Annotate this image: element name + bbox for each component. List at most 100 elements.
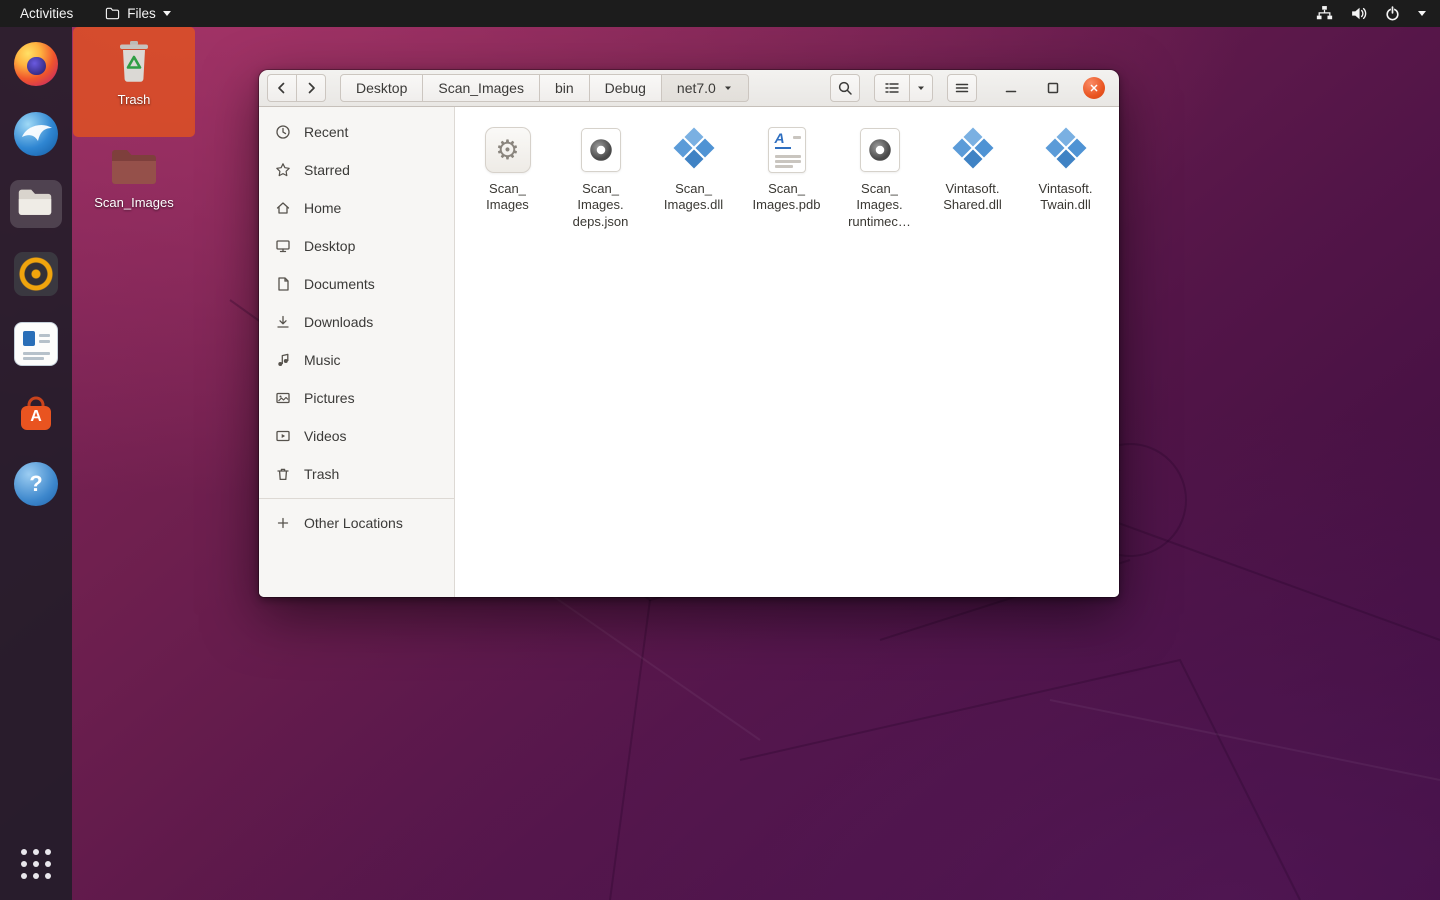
dock-item-firefox[interactable] bbox=[8, 40, 64, 88]
sidebar-item-label: Documents bbox=[304, 276, 375, 292]
app-menu-button[interactable]: Files bbox=[105, 6, 171, 21]
file-item-scan-images-runtimeconfig-json[interactable]: Scan_ Images. runtimec… bbox=[833, 117, 926, 239]
home-icon bbox=[274, 200, 291, 217]
sidebar-item-trash[interactable]: Trash bbox=[259, 455, 454, 493]
sidebar-item-pictures[interactable]: Pictures bbox=[259, 379, 454, 417]
sidebar-item-label: Desktop bbox=[304, 238, 355, 254]
search-icon bbox=[837, 80, 853, 96]
breadcrumb-label: net7.0 bbox=[677, 80, 716, 96]
file-label: Scan_ Images.pdb bbox=[753, 181, 821, 214]
chevron-right-icon bbox=[303, 80, 319, 96]
sidebar-item-documents[interactable]: Documents bbox=[259, 265, 454, 303]
plus-icon bbox=[274, 515, 291, 532]
file-item-scan-images-deps-json[interactable]: Scan_ Images. deps.json bbox=[554, 117, 647, 239]
show-applications-button[interactable] bbox=[8, 840, 64, 888]
file-item-vintasoft-shared-dll[interactable]: Vintasoft. Shared.dll bbox=[926, 117, 1019, 239]
gear-executable-icon bbox=[485, 127, 531, 173]
breadcrumb-net7-0[interactable]: net7.0 bbox=[661, 74, 749, 102]
desktop-icon-trash[interactable]: Trash bbox=[73, 27, 195, 137]
back-button[interactable] bbox=[267, 74, 297, 102]
list-view-icon bbox=[884, 80, 900, 96]
sidebar-item-label: Starred bbox=[304, 162, 350, 178]
power-icon bbox=[1384, 5, 1401, 22]
file-item-scan-images-pdb[interactable]: Scan_ Images.pdb bbox=[740, 117, 833, 239]
minimize-button[interactable] bbox=[999, 76, 1023, 100]
folder-icon bbox=[110, 146, 158, 188]
file-label: Scan_ Images bbox=[486, 181, 529, 214]
breadcrumb: Desktop Scan_Images bin Debug net7.0 bbox=[340, 74, 749, 102]
sidebar-item-music[interactable]: Music bbox=[259, 341, 454, 379]
dock-item-help[interactable] bbox=[8, 460, 64, 508]
close-button[interactable] bbox=[1083, 77, 1105, 99]
breadcrumb-debug[interactable]: Debug bbox=[589, 74, 662, 102]
chevron-down-icon bbox=[723, 83, 733, 93]
sidebar-item-downloads[interactable]: Downloads bbox=[259, 303, 454, 341]
ring-document-icon bbox=[860, 128, 900, 172]
sidebar-item-label: Home bbox=[304, 200, 341, 216]
app-menu-label: Files bbox=[127, 6, 156, 21]
show-applications-icon bbox=[21, 849, 51, 879]
dock bbox=[0, 27, 72, 900]
dock-item-rhythmbox[interactable] bbox=[8, 250, 64, 298]
dock-item-ubuntu-software[interactable] bbox=[8, 390, 64, 438]
blue-diamond-library-icon bbox=[1044, 126, 1088, 175]
sidebar-item-other-locations[interactable]: Other Locations bbox=[259, 504, 454, 542]
file-item-vintasoft-twain-dll[interactable]: Vintasoft. Twain.dll bbox=[1019, 117, 1112, 239]
rhythmbox-icon bbox=[14, 252, 58, 296]
sidebar-item-label: Other Locations bbox=[304, 515, 403, 531]
breadcrumb-bin[interactable]: bin bbox=[539, 74, 590, 102]
desktop-icon-label: Scan_Images bbox=[94, 195, 174, 210]
recent-icon bbox=[274, 124, 291, 141]
star-icon bbox=[274, 162, 291, 179]
file-label: Vintasoft. Shared.dll bbox=[943, 181, 1002, 214]
forward-button[interactable] bbox=[296, 74, 326, 102]
close-icon bbox=[1087, 81, 1101, 95]
libreoffice-writer-icon bbox=[14, 322, 58, 366]
downloads-icon bbox=[274, 314, 291, 331]
volume-icon bbox=[1350, 5, 1367, 22]
breadcrumb-desktop[interactable]: Desktop bbox=[340, 74, 423, 102]
top-bar: Activities Files bbox=[0, 0, 1440, 27]
breadcrumb-scan-images[interactable]: Scan_Images bbox=[422, 74, 540, 102]
dock-item-libreoffice-writer[interactable] bbox=[8, 320, 64, 368]
sidebar-item-home[interactable]: Home bbox=[259, 189, 454, 227]
search-button[interactable] bbox=[830, 74, 860, 102]
sidebar-separator bbox=[259, 498, 454, 499]
file-label: Scan_ Images. deps.json bbox=[573, 181, 629, 230]
activities-button[interactable]: Activities bbox=[14, 4, 79, 23]
trash-icon bbox=[114, 39, 154, 85]
sidebar-item-label: Videos bbox=[304, 428, 347, 444]
menu-button[interactable] bbox=[947, 74, 977, 102]
chevron-down-icon bbox=[916, 83, 926, 93]
dock-item-files[interactable] bbox=[8, 180, 64, 228]
file-label: Scan_ Images. runtimec… bbox=[848, 181, 911, 230]
ring-document-icon bbox=[581, 128, 621, 172]
desktop-icon-scan-images[interactable]: Scan_Images bbox=[73, 138, 195, 224]
desktop-icon-label: Trash bbox=[118, 92, 151, 107]
file-item-scan-images-dll[interactable]: Scan_ Images.dll bbox=[647, 117, 740, 239]
blue-diamond-library-icon bbox=[951, 126, 995, 175]
system-status-area[interactable] bbox=[1316, 5, 1440, 22]
desktop-icon bbox=[274, 238, 291, 255]
maximize-icon bbox=[1045, 80, 1061, 96]
sidebar-item-desktop[interactable]: Desktop bbox=[259, 227, 454, 265]
view-options-button[interactable] bbox=[909, 74, 933, 102]
blue-diamond-library-icon bbox=[672, 126, 716, 175]
list-view-button[interactable] bbox=[874, 74, 910, 102]
menu-icon bbox=[954, 80, 970, 96]
file-item-scan-images[interactable]: Scan_ Images bbox=[461, 117, 554, 239]
file-label: Scan_ Images.dll bbox=[664, 181, 723, 214]
help-icon bbox=[14, 462, 58, 506]
trash-icon bbox=[274, 466, 291, 483]
file-grid[interactable]: Scan_ Images Scan_ Images. deps.json bbox=[455, 107, 1119, 597]
dock-item-thunderbird[interactable] bbox=[8, 110, 64, 158]
music-icon bbox=[274, 352, 291, 369]
sidebar-item-videos[interactable]: Videos bbox=[259, 417, 454, 455]
chevron-down-icon bbox=[163, 11, 171, 16]
sidebar-item-recent[interactable]: Recent bbox=[259, 113, 454, 151]
maximize-button[interactable] bbox=[1041, 76, 1065, 100]
files-window: Desktop Scan_Images bin Debug net7.0 bbox=[259, 70, 1119, 597]
sidebar-item-starred[interactable]: Starred bbox=[259, 151, 454, 189]
firefox-icon bbox=[14, 42, 58, 86]
file-label: Vintasoft. Twain.dll bbox=[1039, 181, 1093, 214]
